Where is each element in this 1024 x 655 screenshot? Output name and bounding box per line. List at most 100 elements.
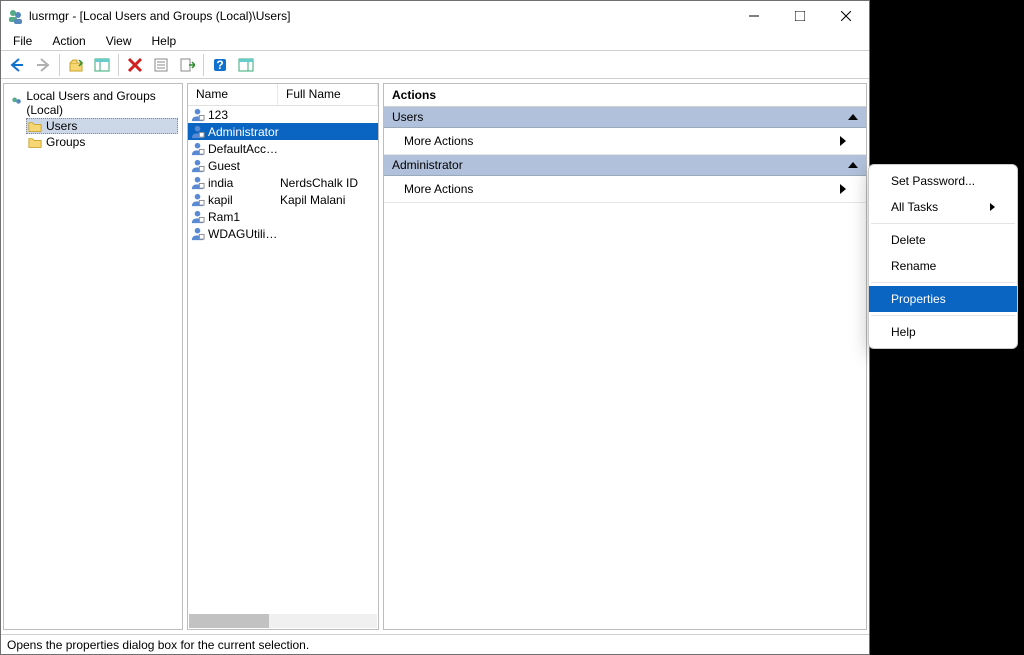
menu-action[interactable]: Action xyxy=(44,32,93,50)
context-item-properties[interactable]: Properties xyxy=(869,286,1017,312)
tree-root[interactable]: Local Users and Groups (Local) xyxy=(8,88,178,118)
tree-root-label: Local Users and Groups (Local) xyxy=(26,89,176,117)
list-body[interactable]: 123AdministratorDefaultAcco...Guestindia… xyxy=(188,106,378,614)
context-item-all-tasks[interactable]: All Tasks xyxy=(869,194,1017,220)
user-name-cell: india xyxy=(208,176,280,190)
app-icon xyxy=(7,8,23,24)
context-item-label: Delete xyxy=(891,233,926,247)
context-separator xyxy=(871,223,1015,224)
toolbar-separator xyxy=(59,54,60,76)
toolbar-separator xyxy=(203,54,204,76)
user-row[interactable]: DefaultAcco... xyxy=(188,140,378,157)
forward-button[interactable] xyxy=(31,54,55,76)
user-icon xyxy=(190,192,205,207)
more-actions-label: More Actions xyxy=(404,134,473,148)
user-name-cell: Ram1 xyxy=(208,210,280,224)
maximize-button[interactable] xyxy=(777,1,823,31)
context-separator xyxy=(871,282,1015,283)
user-row[interactable]: kapilKapil Malani xyxy=(188,191,378,208)
status-text: Opens the properties dialog box for the … xyxy=(7,638,309,652)
context-item-delete[interactable]: Delete xyxy=(869,227,1017,253)
actions-group-users[interactable]: Users xyxy=(384,107,866,128)
context-item-set-password[interactable]: Set Password... xyxy=(869,168,1017,194)
context-item-label: All Tasks xyxy=(891,200,938,214)
context-item-label: Rename xyxy=(891,259,936,273)
user-icon xyxy=(190,141,205,156)
back-button[interactable] xyxy=(5,54,29,76)
context-menu: Set Password... All Tasks Delete Rename Prop… xyxy=(868,164,1018,349)
close-button[interactable] xyxy=(823,1,869,31)
chevron-right-icon xyxy=(840,136,846,146)
user-row[interactable]: WDAGUtility... xyxy=(188,225,378,242)
tree-users-label: Users xyxy=(46,119,77,133)
menubar: File Action View Help xyxy=(1,31,869,51)
show-hide-tree-button[interactable] xyxy=(90,54,114,76)
col-fullname[interactable]: Full Name xyxy=(278,84,378,105)
collapse-icon xyxy=(848,162,858,168)
titlebar[interactable]: lusrmgr - [Local Users and Groups (Local… xyxy=(1,1,869,31)
chevron-right-icon xyxy=(840,184,846,194)
menu-file[interactable]: File xyxy=(5,32,40,50)
user-icon xyxy=(190,158,205,173)
user-icon xyxy=(190,209,205,224)
user-row[interactable]: Guest xyxy=(188,157,378,174)
more-actions-users[interactable]: More Actions xyxy=(384,128,866,155)
context-separator xyxy=(871,315,1015,316)
scrollbar-thumb[interactable] xyxy=(189,614,269,628)
user-name-cell: WDAGUtility... xyxy=(208,227,280,241)
user-row[interactable]: Ram1 xyxy=(188,208,378,225)
user-name-cell: Guest xyxy=(208,159,280,173)
context-item-help[interactable]: Help xyxy=(869,319,1017,345)
lusrmgr-window: lusrmgr - [Local Users and Groups (Local… xyxy=(0,0,870,655)
minimize-button[interactable] xyxy=(731,1,777,31)
help-button[interactable]: ? xyxy=(208,54,232,76)
tree-groups-label: Groups xyxy=(46,135,85,149)
context-item-label: Properties xyxy=(891,292,946,306)
users-groups-icon xyxy=(10,96,22,110)
tree-node-groups[interactable]: Groups xyxy=(26,134,178,150)
user-name-cell: DefaultAcco... xyxy=(208,142,280,156)
more-actions-label: More Actions xyxy=(404,182,473,196)
actions-group-users-label: Users xyxy=(392,110,423,124)
user-row[interactable]: Administrator xyxy=(188,123,378,140)
window-title: lusrmgr - [Local Users and Groups (Local… xyxy=(29,9,290,23)
user-fullname-cell: Kapil Malani xyxy=(280,193,376,207)
list-header: Name Full Name xyxy=(188,84,378,106)
collapse-icon xyxy=(848,114,858,120)
user-row[interactable]: 123 xyxy=(188,106,378,123)
folder-icon xyxy=(28,136,42,148)
properties-button[interactable] xyxy=(149,54,173,76)
toolbar-separator xyxy=(118,54,119,76)
tree-pane: Local Users and Groups (Local) Users Gro… xyxy=(3,83,183,630)
more-actions-administrator[interactable]: More Actions xyxy=(384,176,866,203)
col-name[interactable]: Name xyxy=(188,84,278,105)
folder-icon xyxy=(28,120,42,132)
user-icon xyxy=(190,124,205,139)
export-list-button[interactable] xyxy=(175,54,199,76)
menu-help[interactable]: Help xyxy=(144,32,185,50)
tree-node-users[interactable]: Users xyxy=(26,118,178,134)
context-item-rename[interactable]: Rename xyxy=(869,253,1017,279)
delete-button[interactable] xyxy=(123,54,147,76)
menu-view[interactable]: View xyxy=(98,32,140,50)
users-list-pane: Name Full Name 123 Administrator DefaultAc… xyxy=(187,83,379,630)
user-name-cell: kapil xyxy=(208,193,280,207)
toolbar: ? xyxy=(1,51,869,79)
actions-title: Actions xyxy=(384,84,866,107)
user-icon xyxy=(190,107,205,122)
actions-group-administrator[interactable]: Administrator xyxy=(384,155,866,176)
user-fullname-cell: NerdsChalk ID xyxy=(280,176,376,190)
chevron-right-icon xyxy=(990,203,995,211)
show-hide-action-pane-button[interactable] xyxy=(234,54,258,76)
up-button[interactable] xyxy=(64,54,88,76)
user-name-cell: Administrator xyxy=(208,125,280,139)
body: Local Users and Groups (Local) Users Gro… xyxy=(1,79,869,634)
context-item-label: Set Password... xyxy=(891,174,975,188)
actions-pane: Actions Users More Actions Administrator… xyxy=(383,83,867,630)
context-item-label: Help xyxy=(891,325,916,339)
list-horizontal-scrollbar[interactable] xyxy=(189,614,377,628)
actions-group-admin-label: Administrator xyxy=(392,158,463,172)
user-row[interactable]: indiaNerdsChalk ID xyxy=(188,174,378,191)
svg-text:?: ? xyxy=(216,58,223,72)
user-name-cell: 123 xyxy=(208,108,280,122)
